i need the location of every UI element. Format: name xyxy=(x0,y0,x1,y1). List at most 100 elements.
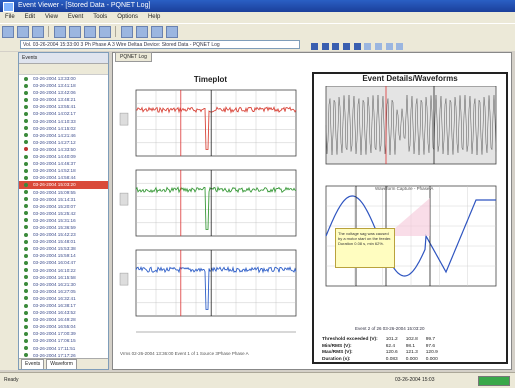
save-icon[interactable] xyxy=(17,26,29,38)
event-timestamp: 03-26-2004 14:33:50 xyxy=(33,146,76,152)
event-list-item[interactable]: 03-26-2004 15:25:42 xyxy=(19,210,108,217)
export-icon[interactable] xyxy=(136,26,148,38)
event-list-item[interactable]: 03-26-2004 17:00:39 xyxy=(19,330,108,337)
event-list-item[interactable]: 03-26-2004 16:10:22 xyxy=(19,267,108,274)
event-list-item[interactable]: 03-26-2004 15:14:31 xyxy=(19,196,108,203)
event-list-item[interactable]: 03-26-2004 13:33:00 xyxy=(19,75,108,82)
event-list-item[interactable]: 03-26-2004 15:48:01 xyxy=(19,238,108,245)
event-timestamp: 03-26-2004 15:42:23 xyxy=(33,232,76,238)
event-list-item[interactable]: 03-26-2004 15:31:16 xyxy=(19,217,108,224)
event-list-item[interactable]: 03-26-2004 14:15:02 xyxy=(19,125,108,132)
event-list-item[interactable]: 03-26-2004 13:48:21 xyxy=(19,96,108,103)
toolbar-separator xyxy=(115,26,116,37)
timeplot-footer: Vrms 02-26-2004 13:36:00 Event 1 of 1 So… xyxy=(120,351,249,356)
zoom-in-icon[interactable] xyxy=(69,26,81,38)
event-list-item[interactable]: 03-26-2004 14:02:17 xyxy=(19,110,108,117)
event-list-item[interactable]: 03-26-2004 13:55:41 xyxy=(19,103,108,110)
grid-icon[interactable] xyxy=(385,43,393,50)
open-icon[interactable] xyxy=(2,26,14,38)
event-list-item[interactable]: 03-26-2004 15:53:38 xyxy=(19,245,108,252)
event-list-item[interactable]: 03-26-2004 15:36:59 xyxy=(19,224,108,231)
event-list-item[interactable]: 03-26-2004 14:40:09 xyxy=(19,153,108,160)
event-list-item[interactable]: 03-26-2004 17:11:51 xyxy=(19,345,108,352)
nav-next-icon[interactable] xyxy=(343,43,351,50)
event-timestamp: 03-26-2004 16:32:41 xyxy=(33,295,76,301)
event-list-item[interactable]: 03-26-2004 17:06:15 xyxy=(19,337,108,344)
event-status-icon xyxy=(24,154,28,159)
menu-item-file[interactable]: File xyxy=(0,12,20,23)
settings-icon[interactable] xyxy=(151,26,163,38)
event-list-item[interactable]: 03-26-2004 16:38:17 xyxy=(19,302,108,309)
event-list-item[interactable]: 03-26-2004 15:03:20 xyxy=(19,181,108,189)
zoom-icon[interactable] xyxy=(364,43,372,50)
stats-value: 0.000 xyxy=(425,356,438,362)
event-list-item[interactable]: 03-26-2004 16:21:30 xyxy=(19,281,108,288)
event-list-item[interactable]: 03-26-2004 15:42:23 xyxy=(19,231,108,238)
event-status-icon xyxy=(24,190,28,194)
nav-play-icon[interactable] xyxy=(332,43,340,50)
address-field[interactable]: Vol. 03-26-2004 15:33:00 3 Ph Phase A 3 … xyxy=(20,40,300,49)
menu-item-edit[interactable]: Edit xyxy=(20,12,40,23)
event-list-item[interactable]: 03-26-2004 15:59:14 xyxy=(19,252,108,259)
event-list-item[interactable]: 03-26-2004 16:15:58 xyxy=(19,274,108,281)
waveform-overview-frame xyxy=(325,86,497,165)
cursor-icon[interactable] xyxy=(396,43,404,50)
stats-label: Threshold exceeded (V): xyxy=(322,337,378,342)
event-status-icon xyxy=(24,126,28,131)
menu-item-event[interactable]: Event xyxy=(63,12,88,23)
fit-icon[interactable] xyxy=(375,43,383,50)
event-list-item[interactable]: 03-26-2004 16:49:28 xyxy=(19,316,108,323)
nav-prev-icon[interactable] xyxy=(321,43,329,50)
event-list-item[interactable]: 03-26-2004 15:09:55 xyxy=(19,189,108,196)
event-timestamp: 03-26-2004 15:03:20 xyxy=(33,182,76,188)
stats-label: Duration (s): xyxy=(322,356,351,362)
help-icon[interactable] xyxy=(166,26,178,38)
event-list-item[interactable]: 03-26-2004 14:27:12 xyxy=(19,139,108,146)
event-list-item[interactable]: 03-26-2004 15:20:07 xyxy=(19,203,108,210)
event-list-item[interactable]: 03-26-2004 16:43:52 xyxy=(19,309,108,316)
event-status-icon xyxy=(24,268,28,273)
event-list-item[interactable]: 03-26-2004 14:46:37 xyxy=(19,160,108,167)
event-timestamp: 03-26-2004 15:36:59 xyxy=(33,224,76,230)
event-list-item[interactable]: 03-26-2004 13:42:06 xyxy=(19,89,108,96)
event-status-icon xyxy=(24,239,28,244)
event-list-item[interactable]: 03-26-2004 16:04:47 xyxy=(19,259,108,266)
chart-icon[interactable] xyxy=(99,26,111,38)
event-list-item[interactable]: 03-26-2004 16:27:05 xyxy=(19,288,108,295)
event-list-item[interactable]: 03-26-2004 14:21:46 xyxy=(19,132,108,139)
left-dock xyxy=(0,52,18,370)
zoom-out-icon[interactable] xyxy=(84,26,96,38)
event-status-icon xyxy=(24,275,28,280)
copy-icon[interactable] xyxy=(54,26,66,38)
table-icon[interactable] xyxy=(121,26,133,38)
event-list-item[interactable]: 03-26-2004 14:33:50 xyxy=(19,146,108,153)
print-icon[interactable] xyxy=(32,26,44,38)
event-list-item[interactable]: 03-26-2004 14:52:18 xyxy=(19,167,108,174)
event-list-item[interactable]: 03-26-2004 13:41:18 xyxy=(19,82,108,89)
event-status-icon xyxy=(24,317,28,322)
toolbar xyxy=(0,23,515,40)
event-list-item[interactable]: 03-26-2004 16:55:04 xyxy=(19,323,108,330)
menu-item-help[interactable]: Help xyxy=(143,12,165,23)
menu-bar: File Edit View Event Tools Options Help xyxy=(0,12,515,23)
event-status-icon xyxy=(24,76,28,81)
event-timestamp: 03-26-2004 15:48:01 xyxy=(33,239,76,245)
event-list-tab-waveform[interactable]: Waveform xyxy=(46,359,77,369)
event-list-item[interactable]: 03-26-2004 14:10:33 xyxy=(19,118,108,125)
event-timestamp: 03-26-2004 16:04:47 xyxy=(33,260,76,266)
event-list-item[interactable]: 03-26-2004 16:32:41 xyxy=(19,295,108,302)
event-timestamp: 03-26-2004 15:31:16 xyxy=(33,217,76,223)
menu-item-view[interactable]: View xyxy=(40,12,63,23)
event-list-item[interactable]: 03-26-2004 14:58:44 xyxy=(19,174,108,181)
document-tab[interactable]: PQNET Log xyxy=(115,52,152,62)
nav-first-icon[interactable] xyxy=(311,43,318,50)
event-timestamp: 03-26-2004 13:55:41 xyxy=(33,104,76,110)
event-list-tab-events[interactable]: Events xyxy=(21,359,45,369)
menu-item-tools[interactable]: Tools xyxy=(88,12,112,23)
event-timestamp: 03-26-2004 16:43:52 xyxy=(33,310,76,316)
nav-last-icon[interactable] xyxy=(353,43,361,50)
timeplot-charts[interactable] xyxy=(118,88,303,348)
event-status-icon xyxy=(24,133,28,138)
event-status-icon xyxy=(24,303,28,308)
menu-item-options[interactable]: Options xyxy=(112,12,143,23)
